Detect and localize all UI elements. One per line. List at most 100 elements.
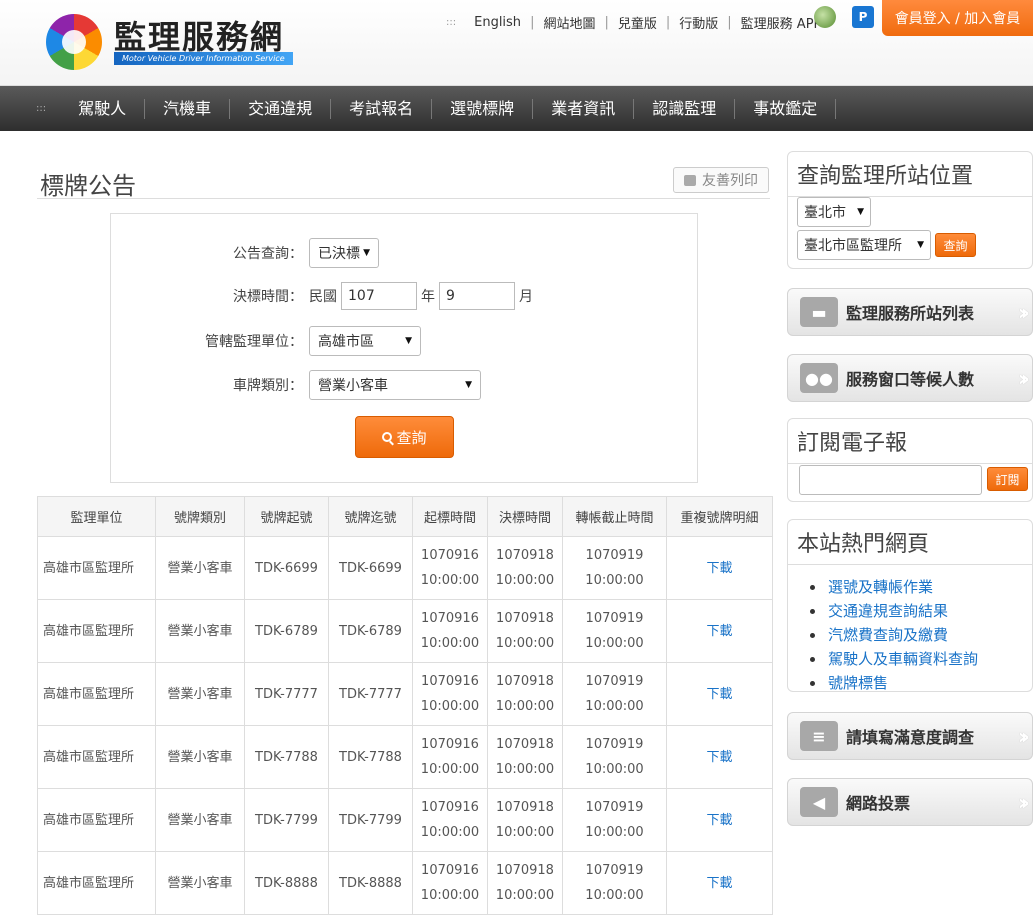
nav-item-driver[interactable]: 駕駛人 — [60, 98, 146, 119]
transfer-time: 10:00:00 — [585, 573, 644, 588]
caret-down-icon: ▼ — [405, 336, 412, 346]
era-prefix: 民國 — [309, 289, 337, 305]
month-input[interactable]: 9 — [439, 282, 515, 310]
nav-item-exam[interactable]: 考試報名 — [331, 98, 433, 119]
table-row: 高雄市區監理所 營業小客車 TDK-8888 TDK-8888 1070916 10:00… — [37, 851, 773, 915]
bid-date: 1070916 — [421, 548, 479, 563]
car-icon: ▬ — [800, 297, 838, 327]
download-link[interactable]: 下載 — [706, 876, 732, 891]
cell-start: TDK-6789 — [244, 599, 329, 663]
cell-type: 營業小客車 — [155, 788, 245, 852]
query-button[interactable]: 查詢 — [355, 416, 454, 458]
survey-button[interactable]: ≡ 請填寫滿意度調查 ›› — [787, 712, 1033, 760]
nav-dots: ::: — [36, 103, 47, 114]
hot-link[interactable]: 汽燃費查詢及繳費 — [810, 623, 1032, 647]
vote-button[interactable]: ◀ 網路投票 ›› — [787, 778, 1033, 826]
download-link[interactable]: 下載 — [706, 750, 732, 765]
print-button[interactable]: 友善列印 — [673, 167, 769, 193]
col-header: 監理單位 — [37, 496, 156, 537]
cell-award-time: 1070918 10:00:00 — [487, 662, 563, 726]
parking-icon[interactable]: P — [852, 6, 874, 28]
table-row: 高雄市區監理所 營業小客車 TDK-7799 TDK-7799 1070916 10:00… — [37, 788, 773, 852]
logo-subtitle: Motor Vehicle Driver Information Service — [114, 52, 293, 65]
newsletter-title: 訂閱電子報 — [788, 419, 1032, 464]
transfer-time: 10:00:00 — [585, 636, 644, 651]
hot-pages-list: 選號及轉帳作業 交通違規查詢結果 汽燃費查詢及繳費 駕駛人及車輛資料查詢 號牌標… — [788, 565, 1032, 703]
nav-item-business[interactable]: 業者資訊 — [533, 98, 635, 119]
nav-item-vehicle[interactable]: 汽機車 — [145, 98, 231, 119]
location-title: 查詢監理所站位置 — [788, 152, 1032, 197]
cell-type: 營業小客車 — [155, 599, 245, 663]
print-label: 友善列印 — [702, 173, 758, 189]
cell-bid-time: 1070916 10:00:00 — [412, 536, 488, 600]
globe-icon[interactable] — [814, 6, 836, 28]
cell-award-time: 1070918 10:00:00 — [487, 788, 563, 852]
cell-unit: 高雄市區監理所 — [37, 851, 156, 915]
award-date: 1070918 — [496, 674, 554, 689]
award-time: 10:00:00 — [495, 636, 555, 651]
main-nav: ::: 駕駛人 汽機車 交通違規 考試報名 選號標牌 業者資訊 認識監理 事故鑑… — [0, 86, 1033, 131]
download-link[interactable]: 下載 — [706, 687, 732, 702]
subscribe-button[interactable]: 訂閱 — [987, 467, 1028, 491]
hot-pages-box: 本站熱門網頁 選號及轉帳作業 交通違規查詢結果 汽燃費查詢及繳費 駕駛人及車輛資… — [787, 519, 1033, 692]
site-logo[interactable]: 監理服務網 Motor Vehicle Driver Information S… — [46, 12, 296, 72]
title-divider — [37, 198, 770, 199]
col-header: 起標時間 — [412, 496, 488, 537]
link-sitemap[interactable]: 網站地圖 — [543, 13, 595, 32]
caret-down-icon: ▼ — [857, 207, 864, 217]
cell-award-time: 1070918 10:00:00 — [487, 599, 563, 663]
cell-bid-time: 1070916 10:00:00 — [412, 725, 488, 789]
bid-date: 1070916 — [421, 611, 479, 626]
col-header: 號牌起號 — [244, 496, 329, 537]
download-link[interactable]: 下載 — [706, 624, 732, 639]
bid-time: 10:00:00 — [420, 888, 480, 903]
table-header-row: 監理單位 號牌類別 號牌起號 號牌迄號 起標時間 決標時間 轉帳截止時間 重複號… — [37, 496, 773, 537]
cell-bid-time: 1070916 10:00:00 — [412, 662, 488, 726]
location-query-button[interactable]: 查詢 — [935, 233, 976, 257]
year-input[interactable]: 107 — [341, 282, 417, 310]
hot-link[interactable]: 駕駛人及車輛資料查詢 — [810, 647, 1032, 671]
award-time: 10:00:00 — [495, 699, 555, 714]
cell-unit: 高雄市區監理所 — [37, 788, 156, 852]
award-date: 1070918 — [496, 800, 554, 815]
nav-item-accident[interactable]: 事故鑑定 — [735, 98, 837, 119]
station-select[interactable]: 臺北市區監理所 ▼ — [797, 230, 931, 260]
cell-end: TDK-6789 — [328, 599, 413, 663]
hot-link[interactable]: 號牌標售 — [810, 671, 1032, 695]
download-link[interactable]: 下載 — [706, 813, 732, 828]
newsletter-email-input[interactable] — [799, 465, 982, 495]
announce-select[interactable]: 已決標 ▼ — [309, 238, 379, 268]
hot-link[interactable]: 選號及轉帳作業 — [810, 575, 1032, 599]
top-links-dots: ::: — [446, 16, 457, 28]
bid-date: 1070916 — [421, 863, 479, 878]
plate-type-select[interactable]: 營業小客車 ▼ — [309, 370, 481, 400]
vote-label: 網路投票 — [846, 794, 911, 813]
caret-down-icon: ▼ — [917, 240, 924, 250]
col-header: 重複號牌明細 — [666, 496, 773, 537]
link-app[interactable]: 監理服務 APP — [741, 13, 822, 32]
cell-end: TDK-7777 — [328, 662, 413, 726]
office-select[interactable]: 高雄市區 ▼ — [309, 326, 421, 356]
newsletter-box: 訂閱電子報 訂閱 — [787, 418, 1033, 502]
waiting-count-button[interactable]: ●● 服務窗口等候人數 ›› — [787, 354, 1033, 402]
nav-item-violation[interactable]: 交通違規 — [230, 98, 332, 119]
link-mobile[interactable]: 行動版 — [679, 13, 718, 32]
city-select[interactable]: 臺北市 ▼ — [797, 197, 871, 227]
cell-award-time: 1070918 10:00:00 — [487, 725, 563, 789]
award-date: 1070918 — [496, 863, 554, 878]
link-kids[interactable]: 兒童版 — [618, 13, 657, 32]
nav-item-plate[interactable]: 選號標牌 — [432, 98, 534, 119]
nav-item-about[interactable]: 認識監理 — [634, 98, 736, 119]
link-english[interactable]: English — [474, 15, 521, 30]
member-login-button[interactable]: 會員登入 / 加入會員 — [882, 0, 1033, 36]
col-header: 號牌迄號 — [328, 496, 413, 537]
transfer-date: 1070919 — [585, 674, 644, 689]
hot-link[interactable]: 交通違規查詢結果 — [810, 599, 1032, 623]
download-link[interactable]: 下載 — [706, 561, 732, 576]
cell-start: TDK-7777 — [244, 662, 329, 726]
printer-icon — [684, 174, 696, 186]
date-label: 決標時間： — [233, 289, 303, 305]
form-row-date: 決標時間： 民國 107 年 9 月 — [111, 282, 533, 310]
cell-start: TDK-6699 — [244, 536, 329, 600]
station-list-button[interactable]: ▬ 監理服務所站列表 ›› — [787, 288, 1033, 336]
